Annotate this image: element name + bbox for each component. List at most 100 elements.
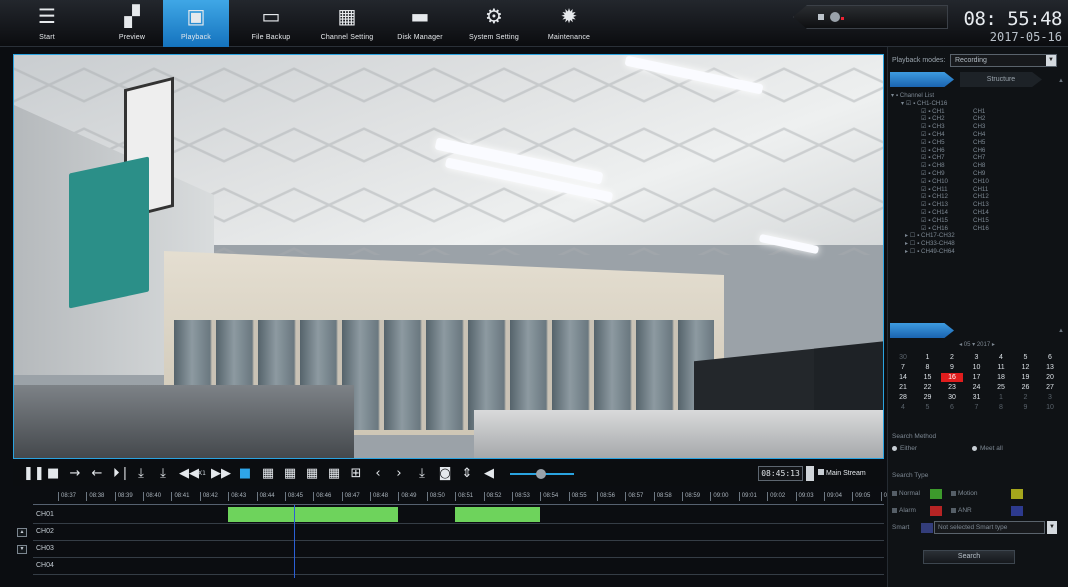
- scroll-down-icon[interactable]: ▼: [17, 545, 27, 554]
- next-month-icon[interactable]: ▸: [992, 342, 995, 348]
- calendar-day[interactable]: 30: [892, 353, 914, 362]
- main-stream-toggle[interactable]: Main Stream: [818, 466, 880, 481]
- tab-structure[interactable]: Structure: [960, 72, 1042, 87]
- next-icon[interactable]: ›: [393, 465, 405, 483]
- calendar-day[interactable]: 31: [966, 393, 988, 402]
- calendar-day[interactable]: 25: [990, 383, 1012, 392]
- layout-6-icon[interactable]: ▦: [283, 465, 297, 483]
- chevron-down-icon[interactable]: ▼: [1047, 521, 1057, 534]
- timeline-cursor[interactable]: [294, 505, 295, 578]
- scroll-up-icon[interactable]: ▲: [1058, 328, 1064, 334]
- calendar-day[interactable]: 1: [990, 393, 1012, 402]
- calendar-day[interactable]: 18: [990, 373, 1012, 382]
- layout-8-icon[interactable]: ▦: [305, 465, 319, 483]
- tree-channel-item[interactable]: ☑ ▪ CH8 CH8: [891, 162, 1061, 170]
- timeline[interactable]: 08:37 08:38 08:39 08:40 08:41 08:42 08:43 08:44…: [13, 490, 899, 578]
- calendar-day[interactable]: 29: [917, 393, 939, 402]
- calendar-day[interactable]: 19: [1015, 373, 1037, 382]
- type-anr-option[interactable]: ANR: [951, 507, 972, 514]
- pause-icon[interactable]: ❚❚: [23, 465, 45, 483]
- nav-playback[interactable]: ▣ Playback: [163, 0, 229, 47]
- tree-channel-item[interactable]: ☑ ▪ CH13 CH13: [891, 201, 1061, 209]
- calendar-day[interactable]: 13: [1039, 363, 1061, 372]
- tree-root[interactable]: ▾ ▪ Channel List: [891, 92, 1061, 100]
- tree-channel-item[interactable]: ☑ ▪ CH6 CH6: [891, 147, 1061, 155]
- calendar-day[interactable]: 2: [1015, 393, 1037, 402]
- timeline-row[interactable]: CH03: [33, 541, 884, 558]
- calendar-day[interactable]: 7: [966, 403, 988, 412]
- nav-maintenance[interactable]: ✹ Maintenance: [536, 0, 602, 47]
- type-alarm-option[interactable]: Alarm: [892, 507, 916, 514]
- scroll-up-icon[interactable]: ▲: [1058, 78, 1064, 84]
- layout-9-icon[interactable]: ▦: [327, 465, 341, 483]
- calendar-day[interactable]: 7: [892, 363, 914, 372]
- nav-disk-manager[interactable]: ▬ Disk Manager: [387, 0, 453, 47]
- calendar-day[interactable]: 14: [892, 373, 914, 382]
- volume-slider-handle[interactable]: [536, 469, 546, 479]
- tree-channel-item[interactable]: ☑ ▪ CH7 CH7: [891, 154, 1061, 162]
- nav-system-setting[interactable]: ⚙ System Setting: [461, 0, 527, 47]
- snapshot-icon[interactable]: ◙: [438, 465, 452, 483]
- tree-channel-item[interactable]: ☑ ▪ CH14 CH14: [891, 209, 1061, 217]
- tree-channel-item[interactable]: ☑ ▪ CH3 CH3: [891, 123, 1061, 131]
- scroll-up-icon[interactable]: ▲: [17, 528, 27, 537]
- rewind-icon[interactable]: ◀◀: [179, 465, 199, 483]
- tab-channel[interactable]: [890, 72, 954, 87]
- tree-group-collapsed[interactable]: ▸ ☐ ▪ CH49-CH64: [891, 248, 1061, 256]
- calendar-day[interactable]: 10: [966, 363, 988, 372]
- calendar-day[interactable]: 27: [1039, 383, 1061, 392]
- video-viewport[interactable]: [13, 54, 884, 459]
- back-arrow-icon[interactable]: ←: [90, 465, 104, 483]
- nav-file-backup[interactable]: ▭ File Backup: [238, 0, 304, 47]
- calendar-day[interactable]: 26: [1015, 383, 1037, 392]
- nav-preview[interactable]: ▞ Preview: [99, 0, 165, 47]
- calendar-day[interactable]: 30: [941, 393, 963, 402]
- calendar-day[interactable]: 6: [1039, 353, 1061, 362]
- calendar-day[interactable]: 3: [966, 353, 988, 362]
- calendar-month[interactable]: 05: [964, 342, 971, 348]
- calendar-day[interactable]: 23: [941, 383, 963, 392]
- tree-channel-item[interactable]: ☑ ▪ CH5 CH5: [891, 139, 1061, 147]
- tree-channel-item[interactable]: ☑ ▪ CH1 CH1: [891, 108, 1061, 116]
- calendar-day[interactable]: 12: [1015, 363, 1037, 372]
- calendar-day[interactable]: 8: [917, 363, 939, 372]
- calendar-day[interactable]: 15: [917, 373, 939, 382]
- calendar-day[interactable]: 6: [941, 403, 963, 412]
- calendar-day[interactable]: 20: [1039, 373, 1061, 382]
- tree-group-collapsed[interactable]: ▸ ☐ ▪ CH33-CH48: [891, 240, 1061, 248]
- method-meet-all-option[interactable]: Meet all: [972, 445, 1003, 452]
- timeline-row[interactable]: CH02: [33, 524, 884, 541]
- timeline-row[interactable]: CH04: [33, 558, 884, 575]
- calendar-day[interactable]: 24: [966, 383, 988, 392]
- tab-calendar[interactable]: [890, 323, 954, 338]
- fast-forward-icon[interactable]: ▶▶: [211, 465, 231, 483]
- forward-arrow-icon[interactable]: →: [68, 465, 82, 483]
- slow-backward-icon[interactable]: ⤓: [156, 465, 170, 483]
- type-motion-option[interactable]: Motion: [951, 490, 978, 497]
- tree-channel-item[interactable]: ☑ ▪ CH9 CH9: [891, 170, 1061, 178]
- calendar-day[interactable]: 4: [892, 403, 914, 412]
- nav-channel-setting[interactable]: ▦ Channel Setting: [314, 0, 380, 47]
- recording-segment[interactable]: [455, 507, 541, 522]
- calendar-day[interactable]: 9: [941, 363, 963, 372]
- calendar-day[interactable]: 10: [1039, 403, 1061, 412]
- step-frame-icon[interactable]: ⏵❘: [113, 465, 130, 483]
- type-normal-option[interactable]: Normal: [892, 490, 920, 497]
- stop-icon[interactable]: ■: [47, 465, 59, 483]
- tree-channel-item[interactable]: ☑ ▪ CH12 CH12: [891, 193, 1061, 201]
- tree-channel-item[interactable]: ☑ ▪ CH11 CH11: [891, 186, 1061, 194]
- calendar-day[interactable]: 5: [917, 403, 939, 412]
- layout-1-icon[interactable]: ■: [238, 465, 252, 483]
- calendar-day[interactable]: 5: [1015, 353, 1037, 362]
- layout-16-icon[interactable]: ⊞: [349, 465, 363, 483]
- calendar-day[interactable]: 11: [990, 363, 1012, 372]
- tree-group-collapsed[interactable]: ▸ ☐ ▪ CH17-CH32: [891, 232, 1061, 240]
- calendar-day[interactable]: 9: [1015, 403, 1037, 412]
- time-spinner[interactable]: [806, 466, 814, 481]
- calendar-day[interactable]: 17: [966, 373, 988, 382]
- search-button[interactable]: Search: [923, 550, 1015, 564]
- prev-month-icon[interactable]: ◂: [959, 342, 962, 348]
- method-either-option[interactable]: Either: [892, 445, 917, 452]
- tree-channel-item[interactable]: ☑ ▪ CH15 CH15: [891, 217, 1061, 225]
- recording-segment[interactable]: [228, 507, 399, 522]
